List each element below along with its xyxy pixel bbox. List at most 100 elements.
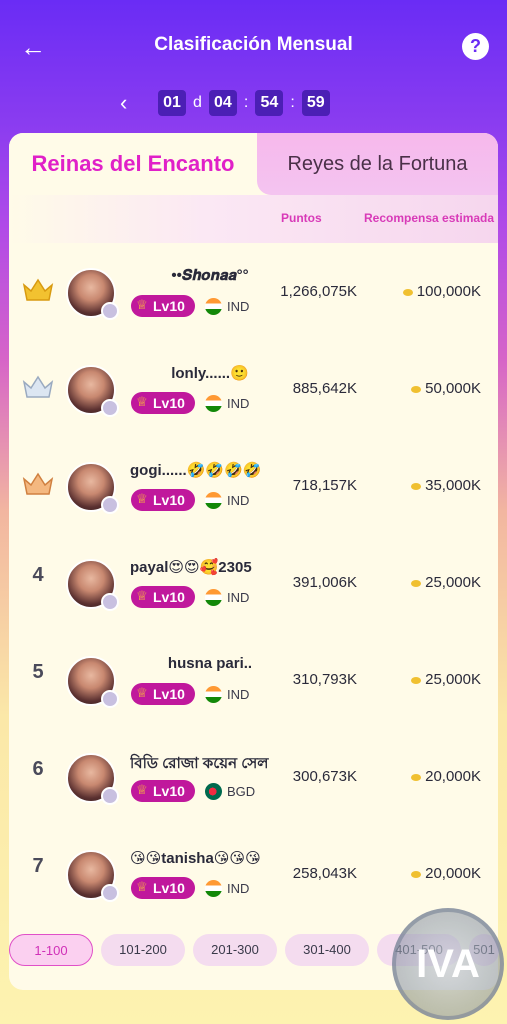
reward-amount: 25,000K <box>425 574 481 591</box>
gold-crown-icon <box>22 278 54 301</box>
help-icon[interactable]: ? <box>462 33 489 60</box>
reward-amount: 20,000K <box>425 768 481 785</box>
points-value: 310,793K <box>292 671 357 688</box>
crown-badge-icon: ♕ <box>136 394 148 409</box>
user-name: ••𝑺𝒉𝒐𝒏𝒂𝒂°° <box>171 267 249 284</box>
tab-bar: Reinas del Encanto Reyes de la Fortuna <box>9 133 498 195</box>
reward-amount: 20,000K <box>425 865 481 882</box>
countdown-separator: : <box>243 94 249 111</box>
countdown-seconds: 59 <box>301 90 330 116</box>
page-range-button[interactable]: 301-400 <box>285 934 369 966</box>
crown-badge-icon: ♕ <box>136 588 148 603</box>
level-label: Lv10 <box>153 589 185 605</box>
reward-value: 35,000K <box>389 477 481 494</box>
india-flag-icon <box>205 686 222 703</box>
country-code: IND <box>227 299 250 314</box>
points-value: 391,006K <box>292 574 357 591</box>
leaderboard-card: Reinas del Encanto Reyes de la Fortuna P… <box>9 133 498 990</box>
reward-value: 20,000K <box>389 865 481 882</box>
page-range-button[interactable]: 1-100 <box>9 934 93 966</box>
india-flag-icon <box>205 492 222 509</box>
rank-number: 6 <box>32 758 44 780</box>
country-code: BGD <box>227 784 256 799</box>
reward-value: 25,000K <box>389 671 481 688</box>
crown-badge-icon: ♕ <box>136 297 148 312</box>
user-name: husna pari.. <box>167 655 253 672</box>
ranking-row[interactable]: 5 husna pari.. ♕ Lv10 IND 310,793K 25,000… <box>9 631 498 728</box>
reward-column-header: Recompensa estimada <box>364 211 495 225</box>
silver-crown-icon <box>22 375 54 398</box>
status-dot <box>101 884 119 902</box>
points-value: 258,043K <box>292 865 357 882</box>
page-title: Clasificación Mensual <box>154 34 353 55</box>
level-label: Lv10 <box>153 880 185 896</box>
user-name: বিডি রোজা কয়েন সেল <box>130 755 269 772</box>
tab-reyes-de-la-fortuna[interactable]: Reyes de la Fortuna <box>257 133 498 195</box>
level-label: Lv10 <box>153 492 185 508</box>
status-dot <box>101 690 119 708</box>
column-header: Puntos Recompensa estimada <box>9 195 498 243</box>
country-code: IND <box>227 590 250 605</box>
level-badge: ♕ Lv10 <box>131 489 195 511</box>
coin-icon <box>411 870 422 878</box>
user-name: payal😍😍🥰2305 <box>130 559 252 576</box>
level-badge: ♕ Lv10 <box>131 683 195 705</box>
level-label: Lv10 <box>153 395 185 411</box>
crown-badge-icon: ♕ <box>136 685 148 700</box>
ranking-row[interactable]: 6 বিডি রোজা কয়েন সেল ♕ Lv10 BGD 300,673K… <box>9 728 498 825</box>
status-dot <box>101 787 119 805</box>
level-label: Lv10 <box>153 783 185 799</box>
level-badge: ♕ Lv10 <box>131 392 195 414</box>
points-column-header: Puntos <box>281 211 322 225</box>
reward-amount: 100,000K <box>416 283 481 300</box>
page-range-button[interactable]: 101-200 <box>101 934 185 966</box>
ranking-row[interactable]: gogi......🤣🤣🤣🤣 ♕ Lv10 IND 718,157K 35,000… <box>9 437 498 534</box>
reward-value: 20,000K <box>389 768 481 785</box>
page-range-button[interactable]: 201-300 <box>193 934 277 966</box>
level-label: Lv10 <box>153 686 185 702</box>
points-value: 300,673K <box>292 768 357 785</box>
country-code: IND <box>227 687 250 702</box>
countdown-minutes: 54 <box>255 90 284 116</box>
level-badge: ♕ Lv10 <box>131 780 195 802</box>
reward-amount: 50,000K <box>425 380 481 397</box>
ranking-row[interactable]: 4 payal😍😍🥰2305 ♕ Lv10 IND 391,006K 25,000… <box>9 534 498 631</box>
level-label: Lv10 <box>153 298 185 314</box>
ranking-list: ••𝑺𝒉𝒐𝒏𝒂𝒂°° ♕ Lv10 IND 1,266,075K 100,000K… <box>9 243 498 922</box>
status-dot <box>101 399 119 417</box>
country-code: IND <box>227 881 250 896</box>
reward-value: 100,000K <box>389 283 481 300</box>
level-badge: ♕ Lv10 <box>131 295 195 317</box>
points-value: 885,642K <box>292 380 357 397</box>
countdown-hours: 04 <box>208 90 237 116</box>
india-flag-icon <box>205 298 222 315</box>
chevron-left-icon[interactable]: ‹ <box>120 90 148 116</box>
status-dot <box>101 302 119 320</box>
bronze-crown-icon <box>22 472 54 495</box>
level-badge: ♕ Lv10 <box>131 586 195 608</box>
ranking-row[interactable]: lonly......🙂 ♕ Lv10 IND 885,642K 50,000K <box>9 340 498 437</box>
rank-number: 7 <box>32 855 44 877</box>
countdown-separator: : <box>290 94 295 111</box>
coin-icon <box>411 579 422 587</box>
india-flag-icon <box>205 589 222 606</box>
coin-icon <box>402 288 413 296</box>
coin-icon <box>411 676 422 684</box>
reward-amount: 35,000K <box>425 477 481 494</box>
user-name: lonly......🙂 <box>171 365 249 382</box>
ranking-row[interactable]: ••𝑺𝒉𝒐𝒏𝒂𝒂°° ♕ Lv10 IND 1,266,075K 100,000K <box>9 243 498 340</box>
user-name: gogi......🤣🤣🤣🤣 <box>130 462 262 479</box>
rank-number: 4 <box>32 564 44 586</box>
reward-value: 25,000K <box>389 574 481 591</box>
country-code: IND <box>227 396 250 411</box>
status-dot <box>101 496 119 514</box>
ranking-row[interactable]: 7 😘😘tanisha😘😘😘 ♕ Lv10 IND 258,043K 20,000… <box>9 825 498 922</box>
crown-badge-icon: ♕ <box>136 782 148 797</box>
points-value: 1,266,075K <box>280 283 357 300</box>
user-name: 😘😘tanisha😘😘😘 <box>130 850 261 867</box>
crown-badge-icon: ♕ <box>136 879 148 894</box>
india-flag-icon <box>205 880 222 897</box>
countdown-timer: ‹ 01 d 04 : 54 : 59 <box>120 89 330 117</box>
tab-reinas-del-encanto[interactable]: Reinas del Encanto <box>9 133 257 195</box>
points-value: 718,157K <box>292 477 357 494</box>
